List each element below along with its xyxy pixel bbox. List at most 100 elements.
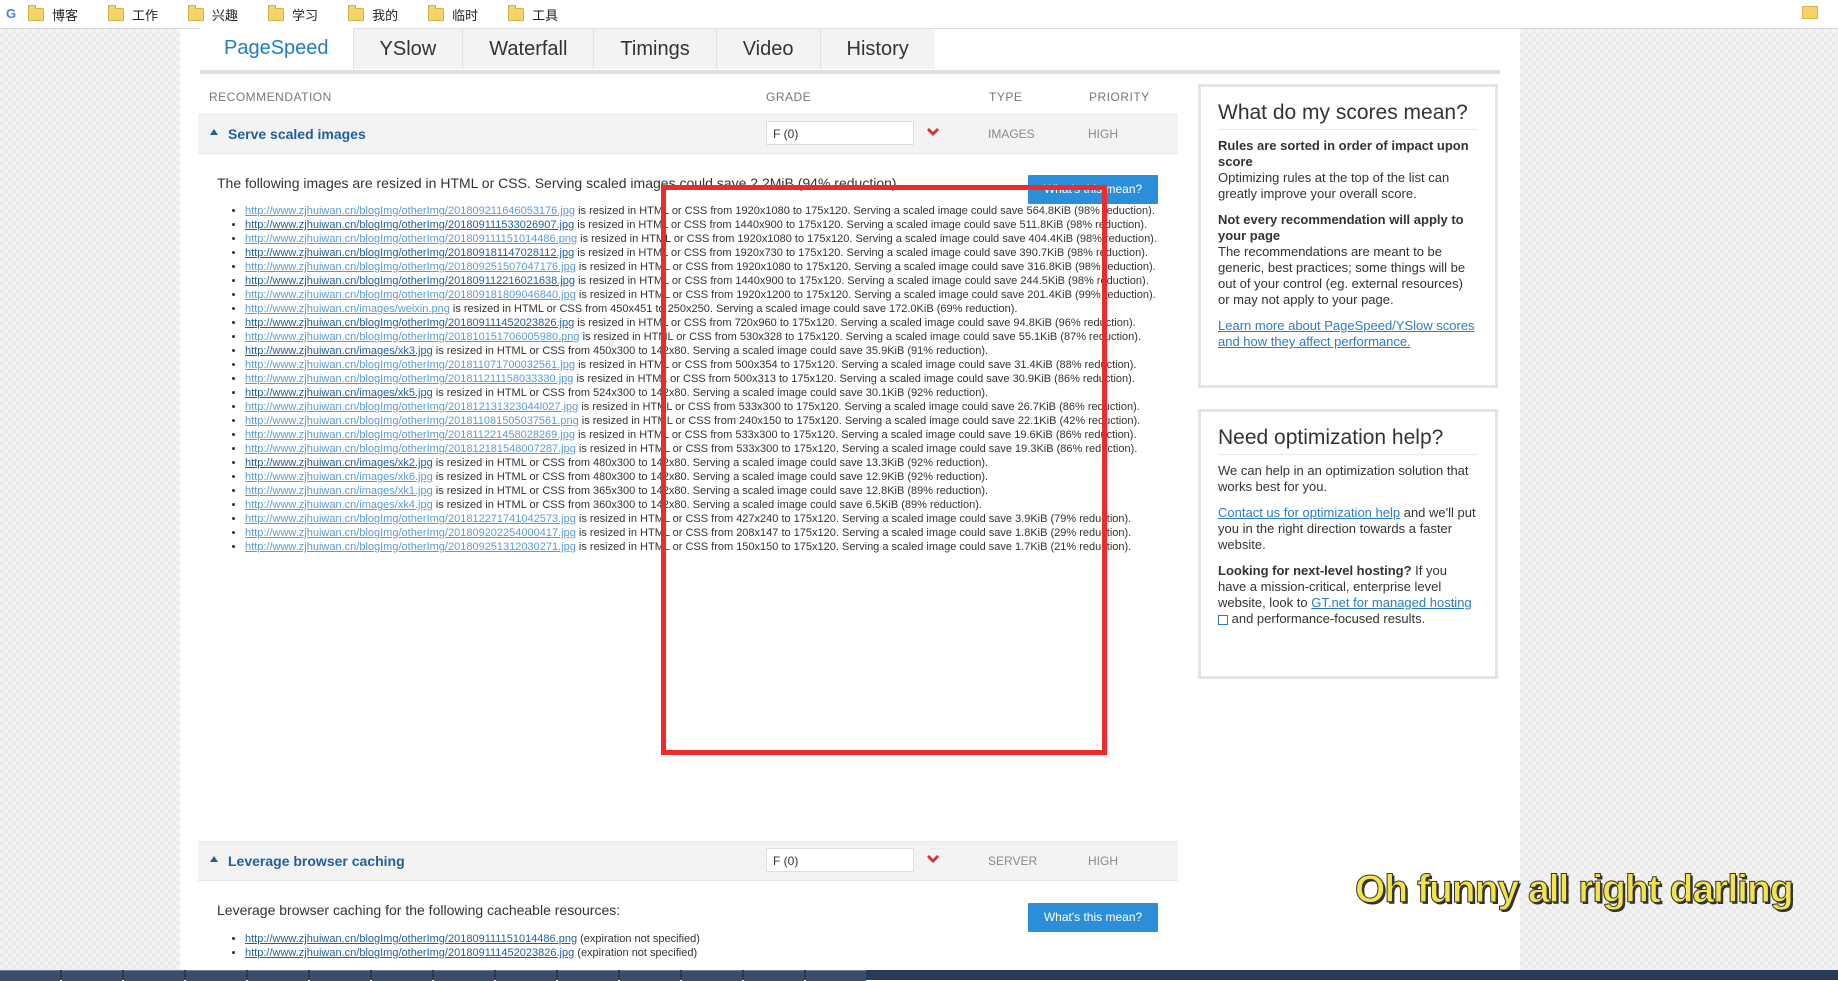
panel-text: Looking for next-level hosting? If you h… (1218, 563, 1478, 627)
bookmark-folder[interactable]: 博客 (28, 4, 78, 24)
panel-title: Need optimization help? (1218, 426, 1478, 455)
resource-list: http://www.zjhuiwan.cn/blogImg/otherImg/… (229, 932, 1180, 960)
header-type: TYPE (989, 90, 1023, 104)
recommendation-row-scaled-images[interactable]: Serve scaled images F (0) IMAGES HIGH (198, 114, 1178, 154)
type-value: SERVER (988, 854, 1038, 868)
bookmark-folder[interactable]: 工具 (508, 4, 559, 24)
tab-video[interactable]: Video (715, 28, 820, 69)
resource-link[interactable]: http://www.zjhuiwan.cn/blogImg/otherImg/… (245, 289, 576, 301)
resource-link[interactable]: http://www.zjhuiwan.cn/blogImg/otherImg/… (245, 373, 573, 385)
bookmark-label: 兴趣 (212, 7, 239, 23)
resource-link[interactable]: http://www.zjhuiwan.cn/blogImg/otherImg/… (245, 205, 575, 217)
resource-link[interactable]: http://www.zjhuiwan.cn/images/xk5.jpg (245, 387, 433, 399)
hosting-link[interactable]: GT.net for managed hosting (1311, 595, 1471, 610)
tab-pagespeed[interactable]: PageSpeed (200, 28, 353, 68)
bookmark-folder-icon[interactable] (1802, 6, 1818, 19)
bookmark-folder[interactable]: 我的 (348, 4, 399, 24)
tab-waterfall[interactable]: Waterfall (462, 28, 594, 69)
resource-link[interactable]: http://www.zjhuiwan.cn/blogImg/otherImg/… (245, 275, 575, 287)
whats-this-mean-button[interactable]: What's this mean? (1028, 903, 1158, 932)
tab-history[interactable]: History (819, 28, 935, 69)
resource-link[interactable]: http://www.zjhuiwan.cn/blogImg/otherImg/… (245, 527, 576, 539)
chevron-down-icon[interactable] (926, 853, 940, 867)
resource-link[interactable]: http://www.zjhuiwan.cn/blogImg/otherImg/… (245, 415, 579, 427)
grade-value: F (0) (766, 121, 914, 145)
collapse-caret-icon[interactable] (210, 856, 218, 862)
resource-link[interactable]: http://www.zjhuiwan.cn/blogImg/otherImg/… (245, 261, 576, 273)
panel-bold-text: Not every recommendation will apply to y… (1218, 212, 1464, 243)
taskbar-app-icon[interactable] (620, 970, 680, 981)
resource-link[interactable]: http://www.zjhuiwan.cn/blogImg/otherImg/… (245, 513, 576, 525)
taskbar-app-icon[interactable] (310, 970, 370, 981)
type-value: IMAGES (988, 127, 1035, 141)
bookmark-label: 学习 (292, 7, 319, 23)
resource-link[interactable]: http://www.zjhuiwan.cn/images/xk6.jpg (245, 471, 433, 483)
taskbar-app-icon[interactable] (0, 970, 60, 981)
taskbar-app-icon[interactable] (806, 970, 866, 981)
resource-link[interactable]: http://www.zjhuiwan.cn/blogImg/otherImg/… (245, 401, 578, 413)
report-tabs: PageSpeed YSlow Waterfall Timings Video Histo… (200, 28, 1500, 74)
taskbar-app-icon[interactable] (124, 970, 184, 981)
tab-yslow[interactable]: YSlow (352, 28, 463, 69)
resource-link[interactable]: http://www.zjhuiwan.cn/blogImg/otherImg/… (245, 947, 574, 959)
taskbar-app-icon[interactable] (682, 970, 742, 981)
chevron-down-icon[interactable] (926, 126, 940, 140)
collapse-caret-icon[interactable] (210, 129, 218, 135)
taskbar-app-icon[interactable] (186, 970, 246, 981)
bookmarks-bar: G 博客 工作 兴趣 学习 我的 临时 工具 (0, 0, 1838, 29)
bookmark-folder[interactable]: 临时 (428, 4, 478, 24)
recommendation-title[interactable]: Serve scaled images (228, 126, 366, 142)
folder-icon (268, 4, 285, 21)
bookmark-label: 工具 (532, 7, 559, 23)
taskbar-app-icon[interactable] (558, 970, 618, 981)
resource-link[interactable]: http://www.zjhuiwan.cn/blogImg/otherImg/… (245, 541, 576, 553)
resource-link[interactable]: http://www.zjhuiwan.cn/blogImg/otherImg/… (245, 219, 574, 231)
taskbar-app-icon[interactable] (496, 970, 556, 981)
resource-link[interactable]: http://www.zjhuiwan.cn/blogImg/otherImg/… (245, 317, 574, 329)
bookmark-folder[interactable]: 学习 (268, 4, 319, 24)
list-item: http://www.zjhuiwan.cn/blogImg/otherImg/… (245, 946, 1180, 960)
resource-link[interactable]: http://www.zjhuiwan.cn/blogImg/otherImg/… (245, 233, 577, 245)
resource-link[interactable]: http://www.zjhuiwan.cn/blogImg/otherImg/… (245, 247, 574, 259)
taskbar (0, 970, 1838, 981)
resource-link[interactable]: http://www.zjhuiwan.cn/images/xk3.jpg (245, 345, 433, 357)
panel-link-block: Learn more about PageSpeed/YSlow scores … (1218, 318, 1478, 350)
contact-us-link[interactable]: Contact us for optimization help (1218, 505, 1400, 520)
resource-link[interactable]: http://www.zjhuiwan.cn/images/xk2.jpg (245, 457, 433, 469)
header-priority: PRIORITY (1089, 90, 1150, 104)
scores-info-panel: What do my scores mean? Rules are sorted… (1198, 84, 1498, 388)
recommendation-title[interactable]: Leverage browser caching (228, 853, 405, 869)
bookmark-folder[interactable]: 兴趣 (188, 4, 239, 24)
bookmark-folder[interactable]: 工作 (108, 4, 158, 24)
taskbar-app-icon[interactable] (372, 970, 432, 981)
optimization-help-panel: Need optimization help? We can help in a… (1198, 409, 1498, 679)
header-recommendation: RECOMMENDATION (209, 90, 332, 104)
resource-link[interactable]: http://www.zjhuiwan.cn/images/xk4.jpg (245, 499, 433, 511)
external-link-icon (1218, 614, 1228, 625)
resource-link[interactable]: http://www.zjhuiwan.cn/blogImg/otherImg/… (245, 443, 576, 455)
header-grade: GRADE (766, 90, 812, 104)
taskbar-app-icon[interactable] (62, 970, 122, 981)
taskbar-app-icon[interactable] (434, 970, 494, 981)
resource-link[interactable]: http://www.zjhuiwan.cn/blogImg/otherImg/… (245, 359, 575, 371)
folder-icon (28, 4, 44, 21)
recommendation-row-browser-caching[interactable]: Leverage browser caching F (0) SERVER HI… (198, 841, 1178, 881)
bookmark-label: 我的 (372, 7, 399, 23)
resource-link[interactable]: http://www.zjhuiwan.cn/blogImg/otherImg/… (245, 933, 577, 945)
panel-text: Rules are sorted in order of impact upon… (1218, 138, 1478, 202)
tab-timings[interactable]: Timings (593, 28, 716, 69)
resource-link[interactable]: http://www.zjhuiwan.cn/blogImg/otherImg/… (245, 331, 580, 343)
resource-link[interactable]: http://www.zjhuiwan.cn/images/xk1.jpg (245, 485, 433, 497)
panel-body-text: and performance-focused results. (1228, 611, 1426, 626)
panel-bold-text: Rules are sorted in order of impact upon… (1218, 138, 1469, 169)
resource-link[interactable]: http://www.zjhuiwan.cn/blogImg/otherImg/… (245, 429, 575, 441)
folder-icon (508, 4, 525, 21)
learn-more-link[interactable]: Learn more about PageSpeed/YSlow scores … (1218, 318, 1475, 349)
taskbar-app-icon[interactable] (248, 970, 308, 981)
resource-link[interactable]: http://www.zjhuiwan.cn/images/weixin.png (245, 303, 450, 315)
priority-value: HIGH (1088, 127, 1118, 141)
panel-text: Contact us for optimization help and we'… (1218, 505, 1478, 553)
panel-body-text: We can help in an optimization solution … (1218, 463, 1469, 494)
taskbar-app-icon[interactable] (744, 970, 804, 981)
google-icon[interactable]: G (4, 7, 18, 21)
